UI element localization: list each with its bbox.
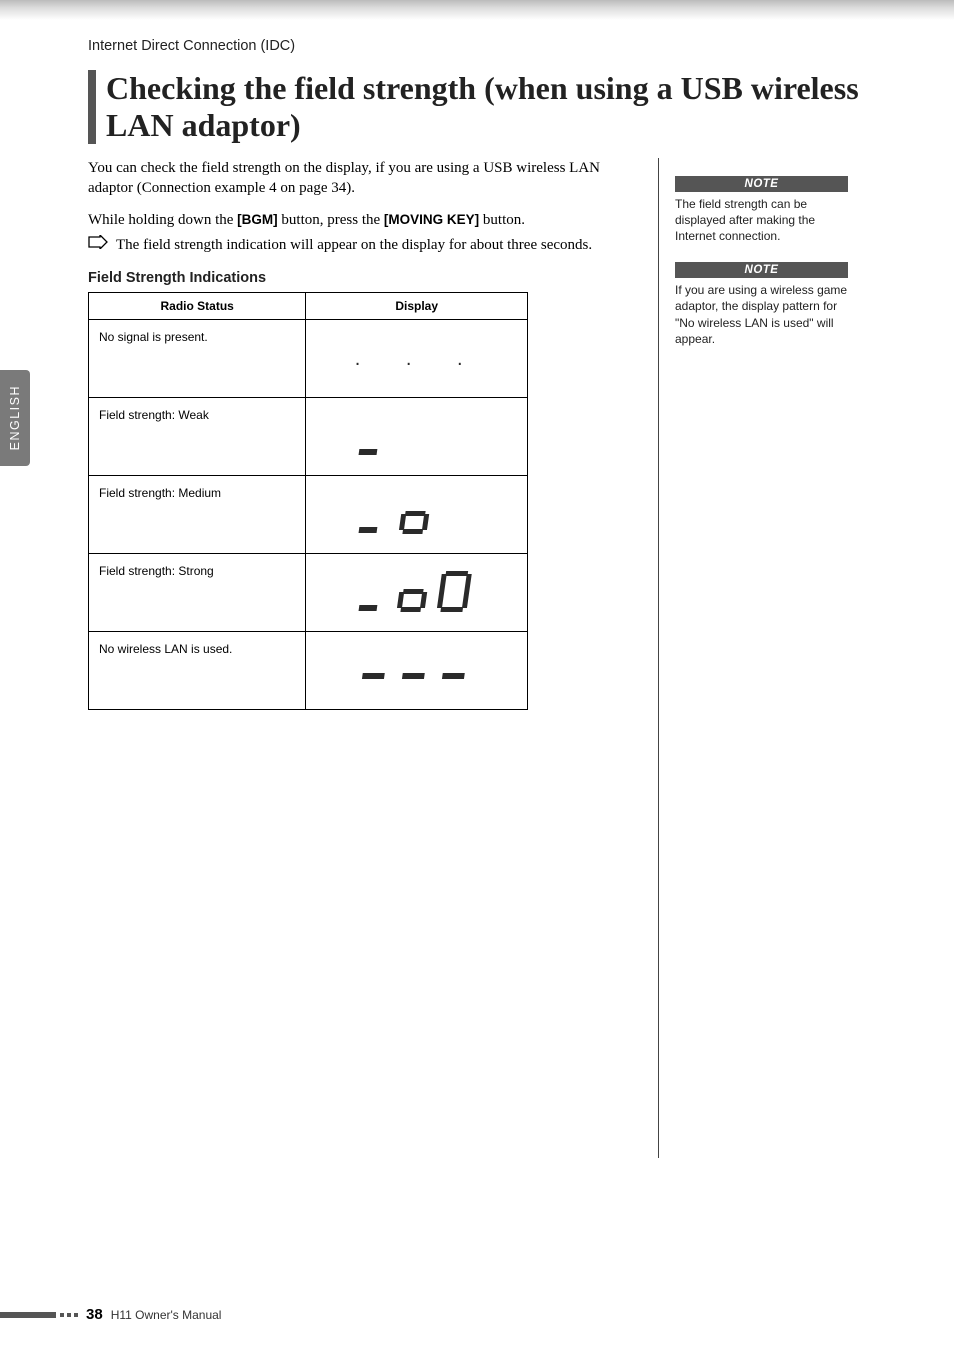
language-tab-label: ENGLISH <box>8 385 22 450</box>
note-box: NOTE The field strength can be displayed… <box>675 176 848 245</box>
language-tab: ENGLISH <box>0 370 30 466</box>
breadcrumb: Internet Direct Connection (IDC) <box>88 38 889 54</box>
display-cell-weak <box>306 398 528 476</box>
status-cell: Field strength: Strong <box>89 554 306 632</box>
status-cell: No wireless LAN is used. <box>89 632 306 710</box>
side-column: NOTE The field strength can be displayed… <box>658 158 848 1158</box>
field-strength-table: Radio Status Display No signal is presen… <box>88 292 528 710</box>
footer-dots-icon <box>60 1313 78 1317</box>
th-radio-status: Radio Status <box>89 293 306 320</box>
result-text: The field strength indication will appea… <box>116 235 592 256</box>
two-column-layout: You can check the field strength on the … <box>88 158 889 1158</box>
note-box: NOTE If you are using a wireless game ad… <box>675 262 848 347</box>
seven-seg-none-icon <box>347 643 487 695</box>
status-cell: Field strength: Weak <box>89 398 306 476</box>
headline-accent-bar <box>88 70 96 144</box>
footer-bar-icon <box>0 1312 56 1318</box>
table-row: No wireless LAN is used. <box>89 632 528 710</box>
table-subheading: Field Strength Indications <box>88 270 628 286</box>
arrow-icon <box>88 235 108 254</box>
instr-btn-movingkey: [MOVING KEY] <box>384 212 479 227</box>
table-row: Field strength: Medium <box>89 476 528 554</box>
seven-seg-medium-icon <box>347 487 487 539</box>
status-cell: Field strength: Medium <box>89 476 306 554</box>
th-display: Display <box>306 293 528 320</box>
instruction-line: While holding down the [BGM] button, pre… <box>88 210 628 231</box>
instr-post: button. <box>479 212 525 228</box>
table-row: No signal is present. . . . <box>89 320 528 398</box>
display-cell-medium <box>306 476 528 554</box>
page-footer: 38 H11 Owner's Manual <box>0 1306 954 1323</box>
seven-seg-weak-icon <box>347 409 487 461</box>
display-cell-strong <box>306 554 528 632</box>
instr-pre: While holding down the <box>88 212 237 228</box>
instr-btn-bgm: [BGM] <box>237 212 278 227</box>
display-cell-no-signal: . . . <box>306 320 528 398</box>
note-heading: NOTE <box>675 262 848 278</box>
main-column: You can check the field strength on the … <box>88 158 628 1158</box>
table-row: Field strength: Strong <box>89 554 528 632</box>
table-row: Field strength: Weak <box>89 398 528 476</box>
headline-block: Checking the field strength (when using … <box>88 70 889 144</box>
note-heading: NOTE <box>675 176 848 192</box>
intro-paragraph: You can check the field strength on the … <box>88 158 628 199</box>
manual-title: H11 Owner's Manual <box>111 1308 222 1322</box>
display-cell-none <box>306 632 528 710</box>
status-cell: No signal is present. <box>89 320 306 398</box>
page-top-gradient <box>0 0 954 20</box>
seven-seg-strong-icon <box>347 565 487 617</box>
note-body: If you are using a wireless game adaptor… <box>675 278 848 347</box>
instr-mid: button, press the <box>278 212 384 228</box>
page-number: 38 <box>86 1306 103 1323</box>
result-line: The field strength indication will appea… <box>88 235 628 256</box>
page-title: Checking the field strength (when using … <box>106 70 889 144</box>
seven-seg-no-signal-icon: . . . <box>351 348 483 370</box>
note-body: The field strength can be displayed afte… <box>675 192 848 245</box>
page-content: ENGLISH Internet Direct Connection (IDC)… <box>0 20 954 1351</box>
